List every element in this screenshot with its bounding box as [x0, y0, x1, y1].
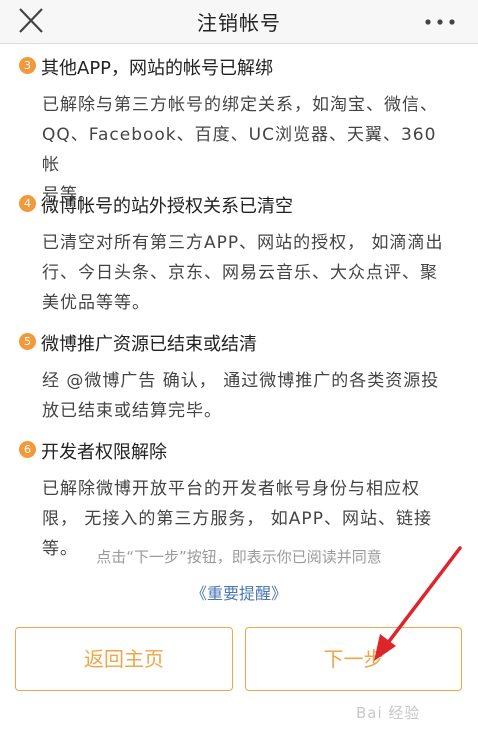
description-line: 限， 无接入的第三方服务， 如APP、网站、链接	[42, 509, 432, 529]
important-reminder-link[interactable]: 《重要提醒》	[0, 580, 478, 604]
description-line: 已解除微博开放平台的开发者帐号身份与相应权	[42, 479, 420, 499]
next-step-button[interactable]: 下一步	[245, 627, 462, 691]
description-line: 经 @微博广告 确认， 通过微博推广的各类资源投	[42, 371, 440, 391]
section-title: 开发者权限解除	[41, 442, 167, 463]
section-description: 已清空对所有第三方APP、网站的授权， 如滴滴出 行、今日头条、京东、网易云音乐…	[42, 228, 454, 318]
description-line: QQ、Facebook、百度、UC浏览器、天翼、360帐	[42, 125, 437, 175]
step-number-badge: 4	[19, 195, 36, 212]
section-description: 经 @微博广告 确认， 通过微博推广的各类资源投 放已结束或结算完毕。	[42, 366, 454, 426]
watermark: Bai 经验	[356, 704, 421, 722]
page-title: 注销帐号	[197, 11, 281, 35]
step-number-badge: 5	[19, 333, 36, 350]
section-header: 5 微博推广资源已结束或结清	[19, 330, 257, 355]
section-title: 其他APP，网站的帐号已解绑	[41, 58, 274, 79]
agreement-notice: 点击“下一步”按钮，即表示你已阅读并同意	[96, 548, 382, 566]
section-header: 6 开发者权限解除	[19, 438, 167, 463]
description-line: 美优品等等。	[42, 293, 150, 313]
section-title: 微博帐号的站外授权关系已清空	[41, 196, 293, 217]
section-header: 4 微博帐号的站外授权关系已清空	[19, 192, 293, 217]
description-line: 行、今日头条、京东、网易云音乐、大众点评、聚	[42, 263, 438, 283]
description-line: 放已结束或结算完毕。	[42, 401, 222, 421]
section-header: 3 其他APP，网站的帐号已解绑	[19, 54, 273, 79]
description-line: 已解除与第三方帐号的绑定关系，如淘宝、微信、	[42, 95, 438, 115]
more-icon[interactable]	[420, 10, 460, 34]
back-to-home-button[interactable]: 返回主页	[15, 627, 233, 691]
step-number-badge: 3	[19, 57, 36, 74]
step-number-badge: 6	[19, 441, 36, 458]
navigation-bar: 注销帐号	[0, 0, 478, 44]
description-line: 已清空对所有第三方APP、网站的授权， 如滴滴出	[42, 233, 444, 253]
section-title: 微博推广资源已结束或结清	[41, 334, 257, 355]
